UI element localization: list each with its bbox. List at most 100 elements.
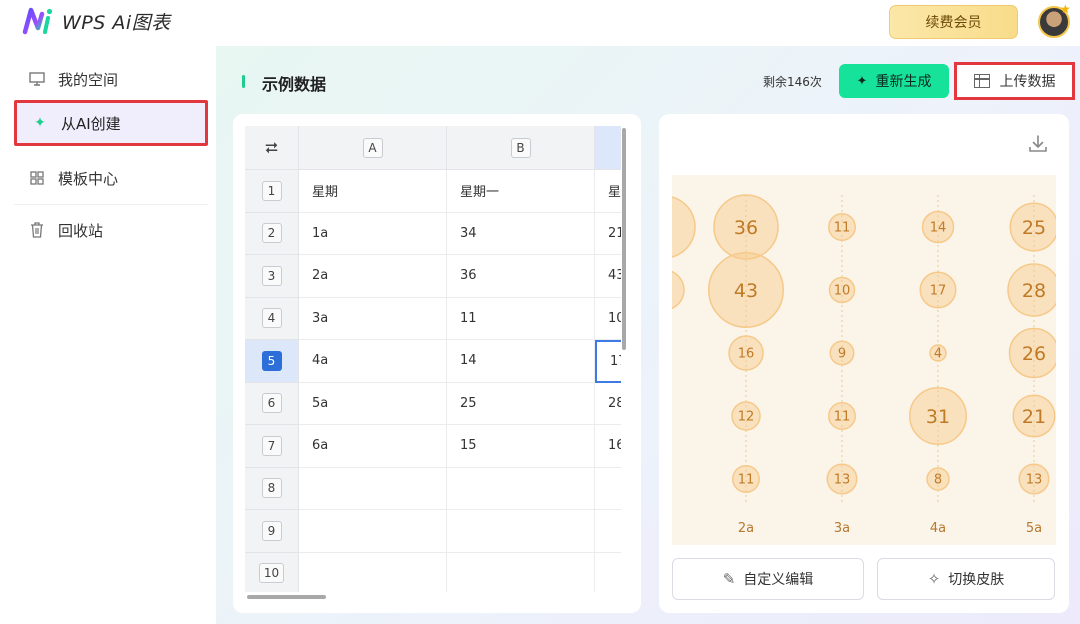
category-axis-label: 4a xyxy=(930,521,946,536)
title-accent-bar xyxy=(242,75,245,88)
table-cell[interactable]: 6a xyxy=(299,425,447,468)
bubble-value-label: 25 xyxy=(1022,217,1046,239)
table-cell[interactable]: 21 xyxy=(595,213,621,255)
table-cell[interactable]: 17 xyxy=(595,340,621,383)
row-header[interactable]: 7 xyxy=(245,425,299,468)
magic-wand-icon: ✧ xyxy=(927,570,941,588)
column-header-c[interactable] xyxy=(595,126,621,170)
data-grid[interactable]: ⮂ A B 1星期星期一星21a342132a364343a111054a141… xyxy=(245,126,621,592)
bubble-value-label: 11 xyxy=(834,410,851,425)
renew-membership-button[interactable]: 续费会员 xyxy=(889,5,1018,39)
row-number: 1 xyxy=(261,180,282,201)
swap-rows-columns-button[interactable]: ⮂ xyxy=(245,126,299,170)
switch-skin-button[interactable]: ✧ 切换皮肤 xyxy=(877,558,1055,600)
table-cell[interactable]: 14 xyxy=(447,340,595,383)
upload-data-label: 上传数据 xyxy=(999,74,1056,90)
row-header[interactable]: 10 xyxy=(245,552,299,592)
row-header[interactable]: 6 xyxy=(245,382,299,425)
row-header[interactable]: 4 xyxy=(245,297,299,340)
bubble-value-label: 11 xyxy=(834,221,851,236)
row-header[interactable]: 2 xyxy=(245,212,299,255)
column-header-b[interactable]: B xyxy=(447,126,595,170)
bubble-value-label: 12 xyxy=(738,410,755,425)
sidebar-item-my-space[interactable]: 我的空间 xyxy=(14,56,208,102)
table-cell[interactable] xyxy=(595,468,621,510)
sidebar-item-label: 回收站 xyxy=(58,221,104,240)
table-cell[interactable]: 16 xyxy=(595,425,621,468)
sparkle-icon: ✦ xyxy=(856,73,868,89)
app-title: WPS Ai图表 xyxy=(62,11,171,34)
bubble-value-label: 8 xyxy=(934,473,942,488)
table-cell[interactable]: 34 xyxy=(447,212,595,255)
table-cell[interactable] xyxy=(299,510,447,553)
sidebar-item-label: 模板中心 xyxy=(58,169,119,188)
horizontal-scrollbar[interactable] xyxy=(247,595,326,599)
app-logo[interactable]: WPS Ai图表 xyxy=(22,6,171,36)
trash-icon xyxy=(28,221,46,239)
table-cell[interactable]: 28 xyxy=(595,383,621,425)
table-cell[interactable]: 10 xyxy=(595,298,621,340)
table-cell[interactable]: 15 xyxy=(447,425,595,468)
bubble-value-label: 4 xyxy=(934,347,942,362)
row-number: 7 xyxy=(261,435,282,456)
row-header[interactable]: 9 xyxy=(245,510,299,553)
table-cell[interactable]: 星 xyxy=(595,170,621,213)
table-cell[interactable]: 4a xyxy=(299,340,447,383)
bubble-mark-clipped xyxy=(672,270,685,310)
swap-icon: ⮂ xyxy=(265,137,278,157)
edit-icon: ✎ xyxy=(722,570,736,588)
bubble-value-label: 26 xyxy=(1022,343,1046,365)
sidebar-item-create-from-ai[interactable]: ✦ 从AI创建 xyxy=(14,100,208,146)
row-number: 6 xyxy=(261,393,282,414)
row-header[interactable]: 1 xyxy=(245,170,299,213)
grid-icon xyxy=(28,169,46,187)
regenerate-button[interactable]: ✦ 重新生成 xyxy=(839,64,949,98)
sidebar-item-recycle-bin[interactable]: 回收站 xyxy=(14,207,208,253)
row-header[interactable]: 5 xyxy=(245,340,299,383)
sidebar: 我的空间 ✦ 从AI创建 模板中心 回收站 xyxy=(0,46,216,624)
row-header[interactable]: 3 xyxy=(245,255,299,298)
bubble-value-label: 16 xyxy=(738,347,755,362)
row-header[interactable]: 8 xyxy=(245,467,299,510)
table-cell[interactable] xyxy=(447,467,595,510)
bubble-value-label: 13 xyxy=(1026,473,1043,488)
table-cell[interactable]: 25 xyxy=(447,382,595,425)
bubble-mark-clipped xyxy=(672,196,696,258)
bubble-chart-svg: 36 43 16 12 11 2a 11 10 9 11 13 3a 14 17 4 31 8 4a 25 28 26 2… xyxy=(672,194,1056,536)
sidebar-item-label: 从AI创建 xyxy=(61,114,121,133)
category-axis-label: 2a xyxy=(738,521,754,536)
category-axis-label: 5a xyxy=(1026,521,1042,536)
table-cell[interactable] xyxy=(299,552,447,592)
table-cell[interactable]: 3a xyxy=(299,297,447,340)
row-number: 2 xyxy=(261,223,282,244)
table-cell[interactable]: 2a xyxy=(299,255,447,298)
table-cell[interactable] xyxy=(447,510,595,553)
table-cell[interactable]: 星期 xyxy=(299,170,447,213)
upload-data-button[interactable]: 上传数据 xyxy=(954,62,1075,100)
column-header-a[interactable]: A xyxy=(299,126,447,170)
bubble-value-label: 11 xyxy=(738,473,755,488)
table-cell[interactable]: 36 xyxy=(447,255,595,298)
category-axis-label: 3a xyxy=(834,521,850,536)
bubble-chart: 36 43 16 12 11 2a 11 10 9 11 13 3a 14 17 4 31 8 4a 25 28 26 2… xyxy=(672,175,1056,545)
vertical-scrollbar[interactable] xyxy=(622,128,626,350)
custom-edit-button[interactable]: ✎ 自定义编辑 xyxy=(672,558,864,600)
table-cell[interactable] xyxy=(447,552,595,592)
custom-edit-label: 自定义编辑 xyxy=(743,572,814,588)
download-icon[interactable] xyxy=(1028,134,1048,154)
table-cell[interactable] xyxy=(299,467,447,510)
table-cell[interactable]: 星期一 xyxy=(447,170,595,213)
monitor-icon xyxy=(28,70,46,88)
table-cell[interactable]: 5a xyxy=(299,382,447,425)
table-cell[interactable] xyxy=(595,510,621,553)
bubble-value-label: 28 xyxy=(1022,280,1046,302)
bubble-value-label: 31 xyxy=(926,406,950,428)
bubble-value-label: 10 xyxy=(834,284,851,299)
sparkle-icon: ✦ xyxy=(34,115,46,131)
table-cell[interactable] xyxy=(595,553,621,593)
row-number: 9 xyxy=(261,520,282,541)
table-cell[interactable]: 43 xyxy=(595,255,621,298)
sidebar-item-template-center[interactable]: 模板中心 xyxy=(14,155,208,201)
table-cell[interactable]: 11 xyxy=(447,297,595,340)
table-cell[interactable]: 1a xyxy=(299,212,447,255)
